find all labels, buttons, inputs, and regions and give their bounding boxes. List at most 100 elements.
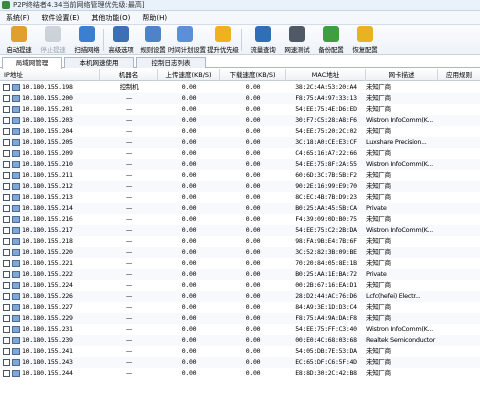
row-checkbox[interactable] bbox=[3, 348, 10, 355]
table-row[interactable]: 10.180.155.229 — 0.00 0.00 F8:75:A4:9A:DA:F8… bbox=[0, 313, 480, 324]
vendor-cell: 未知厂商 bbox=[366, 83, 391, 91]
ip-cell: 10.180.155.204 bbox=[22, 127, 73, 135]
table-row[interactable]: 10.180.155.244 — 0.00 0.00 E8:8D:30:2C:42:B8… bbox=[0, 368, 480, 379]
mac-cell: EC:65:DF:C6:5F:4D bbox=[295, 358, 357, 366]
row-checkbox[interactable] bbox=[3, 227, 10, 234]
row-checkbox[interactable] bbox=[3, 282, 10, 289]
rules-button[interactable]: 规则设置 bbox=[136, 26, 170, 54]
schedule-button[interactable]: 时间计划设置 bbox=[168, 26, 206, 54]
table-row[interactable]: 10.180.155.200 — 0.00 0.00 F8:75:A4:97:33:13… bbox=[0, 93, 480, 104]
vendor-cell: Wistron InfoComm(K... bbox=[366, 226, 433, 234]
name-cell: — bbox=[125, 204, 133, 212]
table-row[interactable]: 10.180.155.201 — 0.00 0.00 54:EE:75:4E:D6:ED… bbox=[0, 104, 480, 115]
row-checkbox[interactable] bbox=[3, 161, 10, 168]
restore-button[interactable]: 恢复配置 bbox=[348, 26, 382, 54]
ip-cell: 10.180.155.210 bbox=[22, 160, 73, 168]
tab-lan-management[interactable]: 局域网管理 bbox=[2, 57, 62, 69]
table-row[interactable]: 10.180.155.211 — 0.00 0.00 60:6D:3C:7B:5B:F2… bbox=[0, 170, 480, 181]
row-checkbox[interactable] bbox=[3, 315, 10, 322]
backup-button[interactable]: 备份配置 bbox=[314, 26, 348, 54]
row-checkbox[interactable] bbox=[3, 183, 10, 190]
upload-cell: 0.00 bbox=[181, 94, 197, 102]
tab-control-log[interactable]: 控制日志列表 bbox=[136, 57, 206, 68]
speedtest-button[interactable]: 网速测试 bbox=[280, 26, 314, 54]
table-row[interactable]: 10.180.155.227 — 0.00 0.00 84:A9:3E:1D:D3:C4… bbox=[0, 302, 480, 313]
ip-cell: 10.180.155.220 bbox=[22, 248, 73, 256]
scan-button[interactable]: 扫描网络 bbox=[70, 26, 104, 54]
menu-system[interactable]: 系统(F) bbox=[6, 13, 30, 23]
advanced-button[interactable]: 高级选项 bbox=[104, 26, 138, 54]
column-header-name[interactable]: 机器名 bbox=[100, 69, 158, 81]
row-checkbox[interactable] bbox=[3, 271, 10, 278]
column-header-ip[interactable]: IP地址 bbox=[0, 69, 100, 81]
rule-cell bbox=[438, 313, 480, 324]
rule-cell bbox=[438, 302, 480, 313]
row-checkbox[interactable] bbox=[3, 326, 10, 333]
table-row[interactable]: 10.180.155.239 — 0.00 0.00 00:E0:4C:68:03:68… bbox=[0, 335, 480, 346]
priority-button[interactable]: 提升优先级 bbox=[206, 26, 240, 54]
table-row[interactable]: 10.180.155.222 — 0.00 0.00 B0:25:AA:1E:BA:72… bbox=[0, 269, 480, 280]
row-checkbox[interactable] bbox=[3, 150, 10, 157]
toolbar: 启动提速 停止提速 扫描网络 高级选项 规则设置 时间计划设置 提升优先级 流量查询 网速测试备… bbox=[0, 25, 480, 55]
table-row[interactable]: 10.180.155.217 — 0.00 0.00 54:EE:75:C2:2B:DA… bbox=[0, 225, 480, 236]
table-row[interactable]: 10.180.155.210 — 0.00 0.00 54:EE:75:8F:2A:55… bbox=[0, 159, 480, 170]
row-checkbox[interactable] bbox=[3, 249, 10, 256]
column-header-rule[interactable]: 应用规则 bbox=[438, 69, 480, 81]
row-checkbox[interactable] bbox=[3, 216, 10, 223]
computer-icon bbox=[12, 194, 20, 201]
table-row[interactable]: 10.180.155.221 — 0.00 0.00 70:20:84:05:8E:1B… bbox=[0, 258, 480, 269]
column-header-download[interactable]: 下载速度(KB/S) bbox=[220, 69, 286, 81]
row-checkbox[interactable] bbox=[3, 293, 10, 300]
row-checkbox[interactable] bbox=[3, 205, 10, 212]
row-checkbox[interactable] bbox=[3, 238, 10, 245]
stop-button[interactable]: 停止提速 bbox=[36, 26, 70, 54]
row-checkbox[interactable] bbox=[3, 260, 10, 267]
table-row[interactable]: 10.180.155.214 — 0.00 0.00 B0:25:AA:45:5B:CA… bbox=[0, 203, 480, 214]
row-checkbox[interactable] bbox=[3, 106, 10, 113]
row-checkbox[interactable] bbox=[3, 194, 10, 201]
column-header-upload[interactable]: 上传速度(KB/S) bbox=[158, 69, 220, 81]
rule-cell bbox=[438, 181, 480, 192]
row-checkbox[interactable] bbox=[3, 304, 10, 311]
table-row[interactable]: 10.180.155.231 — 0.00 0.00 54:EE:75:FF:C3:40… bbox=[0, 324, 480, 335]
table-row[interactable]: 10.180.155.243 — 0.00 0.00 EC:65:DF:C6:5F:4D… bbox=[0, 357, 480, 368]
row-checkbox[interactable] bbox=[3, 128, 10, 135]
menu-help[interactable]: 帮助(H) bbox=[142, 13, 167, 23]
table-row[interactable]: 10.180.155.216 — 0.00 0.00 F4:39:09:0D:B0:75… bbox=[0, 214, 480, 225]
toolbar-separator bbox=[103, 29, 104, 51]
row-checkbox[interactable] bbox=[3, 139, 10, 146]
table-row[interactable]: 10.180.155.241 — 0.00 0.00 54:05:DB:7E:53:DA… bbox=[0, 346, 480, 357]
table-row[interactable]: 10.180.155.226 — 0.00 0.00 28:D2:44:AC:76:D6… bbox=[0, 291, 480, 302]
traffic-button[interactable]: 流量查询 bbox=[246, 26, 280, 54]
row-checkbox[interactable] bbox=[3, 337, 10, 344]
table-row[interactable]: 10.180.155.212 — 0.00 0.00 90:2E:16:99:E9:70… bbox=[0, 181, 480, 192]
table-row[interactable]: 10.180.155.218 — 0.00 0.00 98:FA:9B:E4:7B:6F… bbox=[0, 236, 480, 247]
start-button[interactable]: 启动提速 bbox=[2, 26, 36, 54]
table-row[interactable]: 10.180.155.209 — 0.00 0.00 C4:65:16:A7:22:66… bbox=[0, 148, 480, 159]
table-row[interactable]: 10.180.155.213 — 0.00 0.00 8C:EC:4B:7B:D9:23… bbox=[0, 192, 480, 203]
table-row[interactable]: 10.180.155.220 — 0.00 0.00 3C:52:82:3B:09:BE… bbox=[0, 247, 480, 258]
tab-local-speed[interactable]: 本机网速使用 bbox=[64, 57, 134, 68]
row-checkbox[interactable] bbox=[3, 84, 10, 91]
table-row[interactable]: 10.180.155.203 — 0.00 0.00 30:F7:C5:28:A8:F6… bbox=[0, 115, 480, 126]
name-cell: — bbox=[125, 347, 133, 355]
toolbar-label: 时间计划设置 bbox=[168, 46, 206, 54]
row-checkbox[interactable] bbox=[3, 117, 10, 124]
table-row[interactable]: 10.180.155.205 — 0.00 0.00 3C:18:A0:CE:E3:CF… bbox=[0, 137, 480, 148]
upload-cell: 0.00 bbox=[181, 369, 197, 377]
row-checkbox[interactable] bbox=[3, 95, 10, 102]
row-checkbox[interactable] bbox=[3, 172, 10, 179]
table-row[interactable]: 10.180.155.198 控制机 0.00 0.00 38:2C:4A:53:20:… bbox=[0, 82, 480, 93]
column-header-vendor[interactable]: 网卡描述 bbox=[366, 69, 438, 81]
menu-other-functions[interactable]: 其他功能(O) bbox=[91, 13, 130, 23]
row-checkbox[interactable] bbox=[3, 370, 10, 377]
upload-cell: 0.00 bbox=[181, 259, 197, 267]
column-header-mac[interactable]: MAC地址 bbox=[286, 69, 366, 81]
row-checkbox[interactable] bbox=[3, 359, 10, 366]
name-cell: — bbox=[125, 160, 133, 168]
table-row[interactable]: 10.180.155.224 — 0.00 0.00 00:2B:67:16:EA:D1… bbox=[0, 280, 480, 291]
rule-cell bbox=[438, 192, 480, 203]
menu-software-settings[interactable]: 软件设置(E) bbox=[42, 13, 80, 23]
vendor-cell: Lcfc(hefei) Electr... bbox=[366, 292, 421, 300]
table-row[interactable]: 10.180.155.204 — 0.00 0.00 54:EE:75:20:2C:02… bbox=[0, 126, 480, 137]
